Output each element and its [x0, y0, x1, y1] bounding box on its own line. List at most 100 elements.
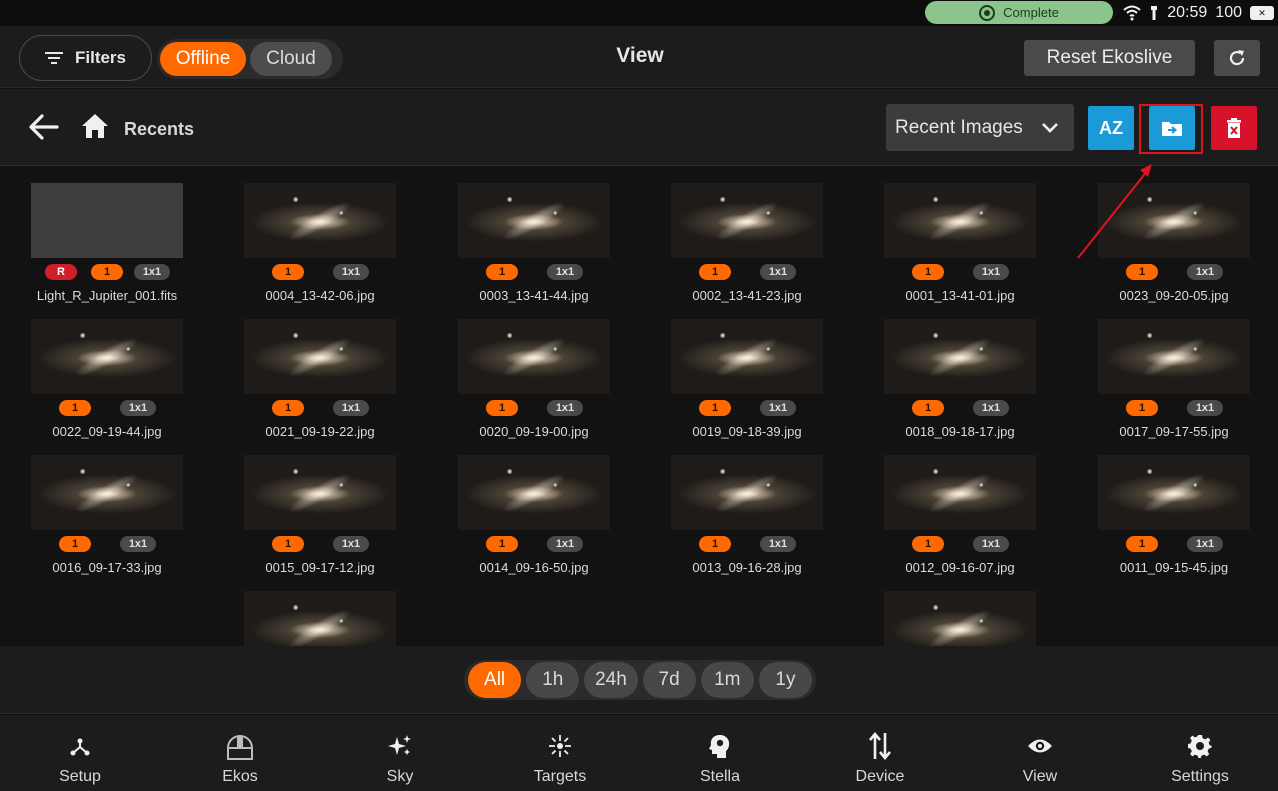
image-badges: 1 1x1: [853, 536, 1067, 552]
image-badges: 1 1x1: [1067, 264, 1278, 280]
refresh-button[interactable]: [1214, 40, 1260, 76]
image-badges: 1 1x1: [427, 400, 641, 416]
image-thumbnail[interactable]: [458, 455, 610, 530]
image-card[interactable]: 1 1x1 0020_09-19-00.jpg: [427, 303, 641, 439]
image-thumbnail[interactable]: [1098, 455, 1250, 530]
sparkles-icon: [385, 731, 415, 761]
filters-button[interactable]: Filters: [19, 35, 152, 81]
time-option-7d[interactable]: 7d: [642, 662, 696, 698]
count-badge: 1: [486, 536, 518, 552]
image-thumbnail[interactable]: [458, 183, 610, 258]
image-card[interactable]: 1 1x1 0018_09-18-17.jpg: [853, 303, 1067, 439]
image-card[interactable]: 1 1x1 0004_13-42-06.jpg: [213, 167, 427, 303]
binning-badge: 1x1: [1187, 536, 1223, 552]
image-card[interactable]: R 1 1x1 Light_R_Jupiter_001.fits: [0, 167, 214, 303]
image-filename: 0014_09-16-50.jpg: [479, 560, 589, 575]
image-card-partial[interactable]: [853, 575, 1067, 646]
image-card[interactable]: 1 1x1 0016_09-17-33.jpg: [0, 439, 214, 575]
filter-lines-icon: [44, 52, 63, 64]
nav-item-targets[interactable]: Targets: [480, 715, 640, 791]
image-thumbnail[interactable]: [1098, 319, 1250, 394]
cloud-mode-button[interactable]: Cloud: [250, 42, 332, 76]
time-option-1y[interactable]: 1y: [758, 662, 813, 698]
nav-item-setup[interactable]: Setup: [0, 715, 160, 791]
image-thumbnail[interactable]: [458, 319, 610, 394]
image-badges: 1 1x1: [213, 400, 427, 416]
home-icon[interactable]: [80, 111, 110, 141]
image-thumbnail[interactable]: [884, 455, 1036, 530]
image-thumbnail[interactable]: [1098, 183, 1250, 258]
image-filename: 0003_13-41-44.jpg: [479, 288, 589, 303]
image-thumbnail[interactable]: [244, 319, 396, 394]
image-filename: 0022_09-19-44.jpg: [52, 424, 162, 439]
nav-item-settings[interactable]: Settings: [1120, 715, 1278, 791]
image-badges: 1 1x1: [640, 264, 854, 280]
image-badges: 1 1x1: [1067, 400, 1278, 416]
image-card[interactable]: 1 1x1 0001_13-41-01.jpg: [853, 167, 1067, 303]
brain-head-icon: [705, 731, 735, 761]
count-badge: 1: [91, 264, 123, 280]
image-thumbnail[interactable]: [671, 319, 823, 394]
storage-mode-toggle: Offline Cloud: [157, 39, 343, 79]
status-label: Complete: [1003, 5, 1059, 20]
binning-badge: 1x1: [547, 400, 583, 416]
system-tray: 20:59 100 ✕: [1123, 2, 1274, 24]
sort-az-button[interactable]: AZ: [1088, 106, 1134, 150]
image-thumbnail[interactable]: [244, 183, 396, 258]
image-card[interactable]: 1 1x1 0015_09-17-12.jpg: [213, 439, 427, 575]
connection-status-pill[interactable]: Complete: [925, 1, 1113, 24]
image-thumbnail[interactable]: [671, 183, 823, 258]
image-filename: 0021_09-19-22.jpg: [265, 424, 375, 439]
image-card[interactable]: 1 1x1 0011_09-15-45.jpg: [1067, 439, 1278, 575]
time-option-1m[interactable]: 1m: [700, 662, 754, 698]
binning-badge: 1x1: [120, 536, 156, 552]
count-badge: 1: [59, 536, 91, 552]
image-filename: 0017_09-17-55.jpg: [1119, 424, 1229, 439]
image-thumbnail[interactable]: [244, 591, 396, 646]
image-card[interactable]: 1 1x1 0022_09-19-44.jpg: [0, 303, 214, 439]
binning-badge: 1x1: [1187, 400, 1223, 416]
image-card[interactable]: 1 1x1 0023_09-20-05.jpg: [1067, 167, 1278, 303]
time-option-all[interactable]: All: [468, 662, 522, 698]
image-card[interactable]: 1 1x1 0013_09-16-28.jpg: [640, 439, 854, 575]
battery-level: 100: [1215, 4, 1242, 21]
image-badges: 1 1x1: [853, 400, 1067, 416]
image-filename: 0001_13-41-01.jpg: [905, 288, 1015, 303]
back-arrow-icon[interactable]: [28, 113, 60, 141]
reset-ekoslive-button[interactable]: Reset Ekoslive: [1024, 40, 1195, 76]
image-card[interactable]: 1 1x1 0017_09-17-55.jpg: [1067, 303, 1278, 439]
image-card-partial[interactable]: [213, 575, 427, 646]
wifi-icon: [1123, 5, 1141, 21]
nav-item-device[interactable]: Device: [800, 715, 960, 791]
count-badge: 1: [699, 400, 731, 416]
count-badge: 1: [912, 536, 944, 552]
nav-item-sky[interactable]: Sky: [320, 715, 480, 791]
image-thumbnail[interactable]: [31, 183, 183, 258]
image-thumbnail[interactable]: [31, 455, 183, 530]
image-card[interactable]: 1 1x1 0021_09-19-22.jpg: [213, 303, 427, 439]
image-thumbnail[interactable]: [884, 183, 1036, 258]
image-source-dropdown[interactable]: Recent Images: [886, 104, 1074, 151]
image-thumbnail[interactable]: [31, 319, 183, 394]
image-badges: R 1 1x1: [0, 264, 214, 280]
image-thumbnail[interactable]: [884, 319, 1036, 394]
image-card[interactable]: 1 1x1 0012_09-16-07.jpg: [853, 439, 1067, 575]
image-card[interactable]: 1 1x1 0002_13-41-23.jpg: [640, 167, 854, 303]
nav-item-view[interactable]: View: [960, 715, 1120, 791]
binning-badge: 1x1: [333, 264, 369, 280]
image-card[interactable]: 1 1x1 0014_09-16-50.jpg: [427, 439, 641, 575]
nav-item-stella[interactable]: Stella: [640, 715, 800, 791]
binning-badge: 1x1: [547, 264, 583, 280]
image-card[interactable]: 1 1x1 0019_09-18-39.jpg: [640, 303, 854, 439]
delete-button[interactable]: [1211, 106, 1257, 150]
image-thumbnail[interactable]: [884, 591, 1036, 646]
time-option-1h[interactable]: 1h: [526, 662, 580, 698]
count-badge: 1: [912, 264, 944, 280]
image-card[interactable]: 1 1x1 0003_13-41-44.jpg: [427, 167, 641, 303]
offline-mode-button[interactable]: Offline: [160, 42, 246, 76]
image-gallery: R 1 1x1 Light_R_Jupiter_001.fits 1 1x1 0004_13…: [0, 167, 1278, 646]
nav-item-ekos[interactable]: Ekos: [160, 715, 320, 791]
image-thumbnail[interactable]: [671, 455, 823, 530]
image-thumbnail[interactable]: [244, 455, 396, 530]
time-option-24h[interactable]: 24h: [584, 662, 638, 698]
